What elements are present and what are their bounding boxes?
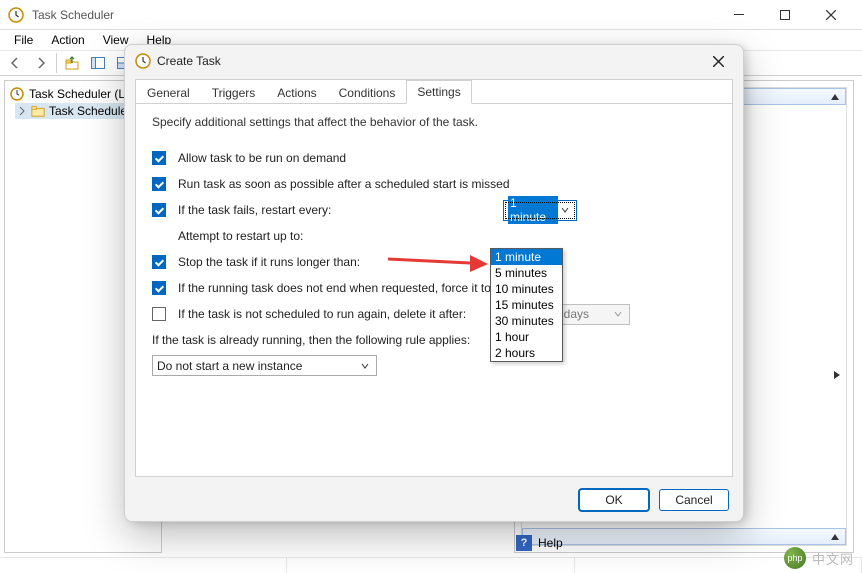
- tree-root-label: Task Scheduler (L: [29, 87, 125, 101]
- tab-triggers[interactable]: Triggers: [201, 81, 267, 104]
- restart-every-combo[interactable]: 1 minute: [503, 200, 577, 221]
- run-asap-row: Run task as soon as possible after a sch…: [152, 177, 716, 191]
- close-button[interactable]: [808, 0, 854, 30]
- watermark: php 中文网: [784, 547, 854, 569]
- tab-strip: General Triggers Actions Conditions Sett…: [136, 80, 732, 104]
- stop-longer-row: Stop the task if it runs longer than:: [152, 255, 716, 269]
- dropdown-option[interactable]: 10 minutes: [491, 281, 562, 297]
- attempts-row: Attempt to restart up to:: [178, 229, 716, 243]
- chevron-right-icon: [17, 106, 27, 116]
- up-level-button[interactable]: [61, 52, 83, 74]
- rule-row: If the task is already running, then the…: [152, 333, 716, 347]
- folder-icon: [31, 104, 45, 118]
- dropdown-option[interactable]: 2 hours: [491, 345, 562, 361]
- triangle-right-icon: [834, 371, 840, 379]
- statusbar-cell: [287, 558, 574, 573]
- main-titlebar: Task Scheduler: [0, 0, 862, 30]
- triangle-up-icon: [831, 94, 839, 100]
- stop-longer-checkbox[interactable]: [152, 255, 166, 269]
- settings-desc: Specify additional settings that affect …: [152, 115, 716, 129]
- dropdown-option[interactable]: 5 minutes: [491, 265, 562, 281]
- clock-icon: [9, 86, 25, 102]
- minimize-button[interactable]: [716, 0, 762, 30]
- dropdown-option[interactable]: 1 hour: [491, 329, 562, 345]
- chevron-down-icon: [558, 206, 572, 214]
- rule-label: If the task is already running, then the…: [152, 333, 470, 347]
- attempts-label: Attempt to restart up to:: [178, 229, 303, 243]
- restart-every-label: If the task fails, restart every:: [178, 203, 331, 217]
- allow-demand-label: Allow task to be run on demand: [178, 151, 346, 165]
- delete-after-checkbox[interactable]: [152, 307, 166, 321]
- force-stop-checkbox[interactable]: [152, 281, 166, 295]
- run-asap-checkbox[interactable]: [152, 177, 166, 191]
- help-label: Help: [538, 536, 563, 550]
- statusbar: [0, 557, 862, 573]
- dropdown-option[interactable]: 15 minutes: [491, 297, 562, 313]
- tab-general[interactable]: General: [136, 81, 201, 104]
- dropdown-option[interactable]: 30 minutes: [491, 313, 562, 329]
- tree-library-label: Task Schedule: [49, 104, 127, 118]
- create-task-dialog: Create Task General Triggers Actions Con…: [124, 44, 744, 522]
- clock-icon: [135, 53, 151, 69]
- watermark-text: 中文网: [812, 549, 854, 568]
- dialog-buttons: OK Cancel: [579, 489, 729, 511]
- dialog-titlebar: Create Task: [125, 45, 743, 77]
- clock-icon: [8, 7, 24, 23]
- restart-every-checkbox[interactable]: [152, 203, 166, 217]
- delete-after-row: If the task is not scheduled to run agai…: [152, 307, 716, 321]
- chevron-down-icon: [611, 310, 625, 318]
- maximize-button[interactable]: [762, 0, 808, 30]
- force-stop-label: If the running task does not end when re…: [178, 281, 510, 295]
- allow-demand-checkbox[interactable]: [152, 151, 166, 165]
- menu-file[interactable]: File: [6, 31, 41, 49]
- toolbar-sep: [56, 53, 57, 73]
- cancel-button[interactable]: Cancel: [659, 489, 729, 511]
- run-asap-label: Run task as soon as possible after a sch…: [178, 177, 510, 191]
- restart-every-row: If the task fails, restart every: 1 minu…: [152, 203, 716, 217]
- restart-every-dropdown[interactable]: 1 minute 5 minutes 10 minutes 15 minutes…: [490, 248, 563, 362]
- chevron-down-icon: [358, 362, 372, 370]
- watermark-logo: php: [784, 547, 806, 569]
- rule-value: Do not start a new instance: [157, 359, 358, 373]
- allow-demand-row: Allow task to be run on demand: [152, 151, 716, 165]
- tab-settings[interactable]: Settings: [406, 80, 471, 104]
- force-stop-row: If the running task does not end when re…: [152, 281, 716, 295]
- delete-after-label: If the task is not scheduled to run agai…: [178, 307, 466, 321]
- actions-footer-header: [522, 528, 846, 545]
- tab-actions[interactable]: Actions: [266, 81, 327, 104]
- rule-combo[interactable]: Do not start a new instance: [152, 355, 377, 376]
- dialog-body: General Triggers Actions Conditions Sett…: [135, 79, 733, 477]
- dialog-close-button[interactable]: [703, 56, 733, 67]
- tab-content-settings: Specify additional settings that affect …: [136, 104, 732, 387]
- forward-button[interactable]: [30, 52, 52, 74]
- window-title: Task Scheduler: [32, 8, 716, 22]
- tab-conditions[interactable]: Conditions: [328, 81, 407, 104]
- stop-longer-label: Stop the task if it runs longer than:: [178, 255, 360, 269]
- triangle-up-icon: [831, 534, 839, 540]
- menu-action[interactable]: Action: [43, 31, 92, 49]
- help-icon: ?: [516, 535, 532, 551]
- ok-button[interactable]: OK: [579, 489, 649, 511]
- panel-button[interactable]: [87, 52, 109, 74]
- restart-every-value: 1 minute: [510, 196, 546, 224]
- dropdown-option[interactable]: 1 minute: [491, 249, 562, 265]
- back-button[interactable]: [4, 52, 26, 74]
- help-bar[interactable]: ? Help: [510, 533, 569, 553]
- dialog-title: Create Task: [157, 54, 703, 68]
- statusbar-cell: [0, 558, 287, 573]
